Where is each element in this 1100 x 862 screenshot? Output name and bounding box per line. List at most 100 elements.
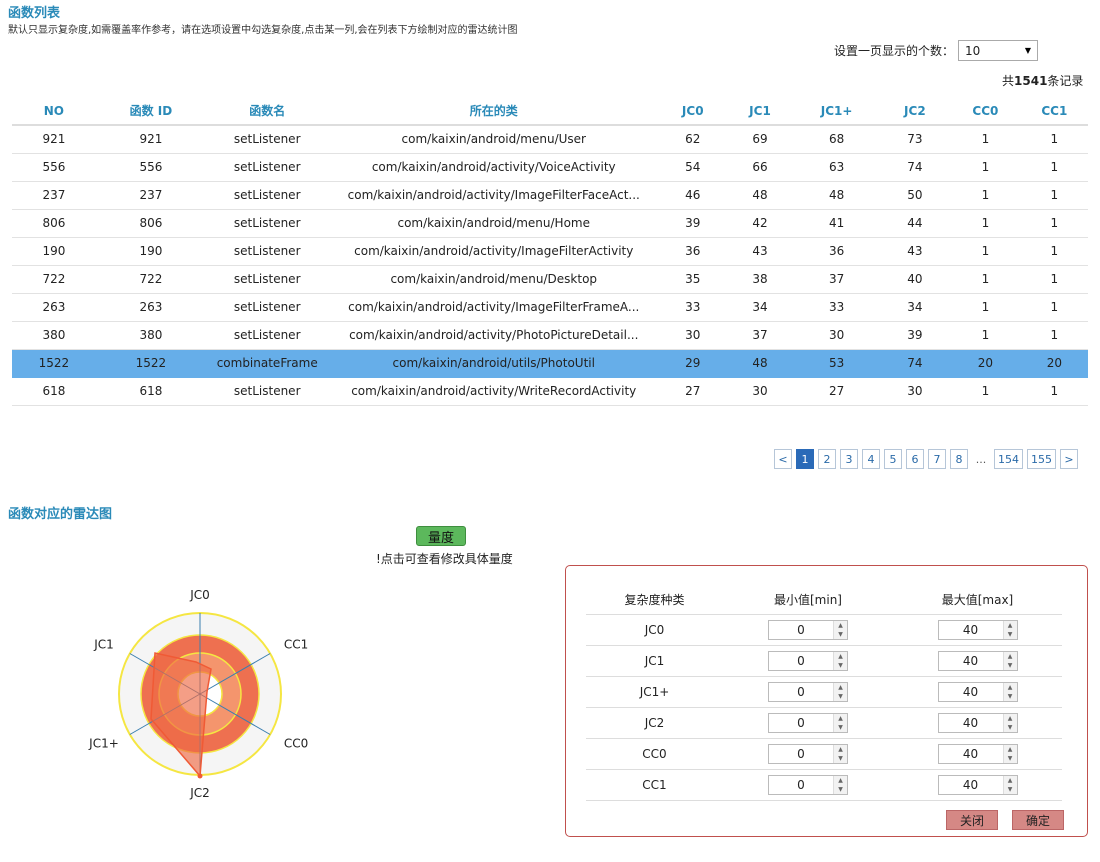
decrement-icon[interactable]: ▼: [834, 629, 847, 639]
page-button[interactable]: 8: [950, 449, 968, 469]
decrement-icon[interactable]: ▼: [1003, 753, 1017, 763]
page-button[interactable]: 154: [994, 449, 1023, 469]
table-cell: 618: [95, 377, 207, 406]
table-row[interactable]: 618 618 setListener com/kaixin/android/acti…: [12, 377, 1088, 406]
max-value[interactable]: 40: [939, 716, 1003, 730]
range-type-label: JC0: [586, 614, 723, 646]
page-button[interactable]: 155: [1027, 449, 1056, 469]
increment-icon[interactable]: ▲: [834, 713, 847, 723]
max-value[interactable]: 40: [939, 778, 1003, 792]
column-header[interactable]: 函数名: [206, 97, 329, 126]
column-header[interactable]: CC0: [950, 97, 1021, 126]
table-cell: 1: [1020, 153, 1088, 182]
decrement-icon[interactable]: ▼: [1003, 629, 1017, 639]
stepper-arrows: ▲ ▼: [833, 744, 847, 763]
max-value-stepper[interactable]: 40 ▲ ▼: [937, 650, 1018, 671]
measure-button[interactable]: 量度: [416, 526, 466, 546]
stepper-arrows: ▲ ▼: [1002, 744, 1017, 763]
table-cell: com/kaixin/android/activity/PhotoPicture…: [328, 321, 660, 350]
range-header-min: 最小值[min]: [723, 586, 893, 615]
decrement-icon[interactable]: ▼: [834, 691, 847, 701]
column-header[interactable]: JC2: [879, 97, 951, 126]
range-min-cell: 0 ▲ ▼: [723, 769, 893, 801]
table-cell: 263: [12, 293, 96, 322]
increment-icon[interactable]: ▲: [1003, 744, 1017, 754]
decrement-icon[interactable]: ▼: [834, 660, 847, 670]
page-button[interactable]: 5: [884, 449, 902, 469]
decrement-icon[interactable]: ▼: [834, 753, 847, 763]
page-button[interactable]: 6: [906, 449, 924, 469]
min-value-stepper[interactable]: 0 ▲ ▼: [768, 743, 848, 764]
increment-icon[interactable]: ▲: [834, 775, 847, 785]
column-header[interactable]: JC0: [659, 97, 727, 126]
max-value[interactable]: 40: [939, 654, 1003, 668]
decrement-icon[interactable]: ▼: [1003, 660, 1017, 670]
increment-icon[interactable]: ▲: [834, 744, 847, 754]
increment-icon[interactable]: ▲: [834, 682, 847, 692]
increment-icon[interactable]: ▲: [834, 620, 847, 630]
per-page-control: 设置一页显示的个数： 10 ▼: [834, 40, 1039, 61]
increment-icon[interactable]: ▲: [1003, 651, 1017, 661]
decrement-icon[interactable]: ▼: [1003, 691, 1017, 701]
table-row[interactable]: 1522 1522 combinateFrame com/kaixin/android…: [12, 349, 1088, 378]
table-row[interactable]: 237 237 setListener com/kaixin/android/acti…: [12, 181, 1088, 210]
page-button[interactable]: 2: [818, 449, 836, 469]
min-value[interactable]: 0: [769, 747, 833, 761]
min-value[interactable]: 0: [769, 778, 833, 792]
max-value-stepper[interactable]: 40 ▲ ▼: [937, 619, 1018, 640]
table-row[interactable]: 380 380 setListener com/kaixin/android/acti…: [12, 321, 1088, 350]
max-value-stepper[interactable]: 40 ▲ ▼: [937, 774, 1018, 795]
min-value[interactable]: 0: [769, 654, 833, 668]
table-row[interactable]: 806 806 setListener com/kaixin/android/menu…: [12, 209, 1088, 238]
table-cell: 27: [793, 377, 880, 406]
column-header[interactable]: NO: [12, 97, 96, 126]
column-header[interactable]: CC1: [1020, 97, 1088, 126]
per-page-select[interactable]: 10 ▼: [958, 40, 1039, 61]
next-page-button[interactable]: >: [1060, 449, 1078, 469]
table-cell: 48: [726, 349, 794, 378]
prev-page-button[interactable]: <: [774, 449, 792, 469]
table-cell: 37: [793, 265, 880, 294]
page-button[interactable]: 1: [796, 449, 814, 469]
table-row[interactable]: 722 722 setListener com/kaixin/android/menu…: [12, 265, 1088, 294]
table-row[interactable]: 921 921 setListener com/kaixin/android/menu…: [12, 125, 1088, 154]
confirm-button[interactable]: 确定: [1012, 810, 1064, 830]
table-row[interactable]: 190 190 setListener com/kaixin/android/acti…: [12, 237, 1088, 266]
min-value[interactable]: 0: [769, 716, 833, 730]
column-header[interactable]: 函数 ID: [95, 97, 207, 126]
column-header[interactable]: JC1+: [793, 97, 880, 126]
min-value-stepper[interactable]: 0 ▲ ▼: [768, 650, 848, 671]
table-row[interactable]: 263 263 setListener com/kaixin/android/acti…: [12, 293, 1088, 322]
decrement-icon[interactable]: ▼: [834, 784, 847, 794]
min-value-stepper[interactable]: 0 ▲ ▼: [768, 619, 848, 640]
min-value[interactable]: 0: [769, 623, 833, 637]
page-button[interactable]: 4: [862, 449, 880, 469]
table-cell: com/kaixin/android/activity/ImageFilterF…: [328, 181, 660, 210]
column-header[interactable]: 所在的类: [328, 97, 660, 126]
increment-icon[interactable]: ▲: [1003, 775, 1017, 785]
increment-icon[interactable]: ▲: [1003, 620, 1017, 630]
column-header[interactable]: JC1: [726, 97, 794, 126]
max-value[interactable]: 40: [939, 747, 1003, 761]
max-value[interactable]: 40: [939, 623, 1003, 637]
max-value-stepper[interactable]: 40 ▲ ▼: [937, 743, 1018, 764]
decrement-icon[interactable]: ▼: [1003, 722, 1017, 732]
page-button[interactable]: 7: [928, 449, 946, 469]
close-button[interactable]: 关闭: [946, 810, 998, 830]
table-row[interactable]: 556 556 setListener com/kaixin/android/acti…: [12, 153, 1088, 182]
table-cell: setListener: [206, 377, 329, 406]
min-value[interactable]: 0: [769, 685, 833, 699]
page-button[interactable]: 3: [840, 449, 858, 469]
min-value-stepper[interactable]: 0 ▲ ▼: [768, 774, 848, 795]
max-value-stepper[interactable]: 40 ▲ ▼: [937, 681, 1018, 702]
increment-icon[interactable]: ▲: [834, 651, 847, 661]
increment-icon[interactable]: ▲: [1003, 713, 1017, 723]
min-value-stepper[interactable]: 0 ▲ ▼: [768, 712, 848, 733]
function-table: NO 函数 ID 函数名 所在的类 JC0 JC1 JC1+ JC2 CC0 CC1 921 921…: [12, 97, 1088, 406]
decrement-icon[interactable]: ▼: [834, 722, 847, 732]
increment-icon[interactable]: ▲: [1003, 682, 1017, 692]
max-value[interactable]: 40: [939, 685, 1003, 699]
decrement-icon[interactable]: ▼: [1003, 784, 1017, 794]
min-value-stepper[interactable]: 0 ▲ ▼: [768, 681, 848, 702]
max-value-stepper[interactable]: 40 ▲ ▼: [937, 712, 1018, 733]
